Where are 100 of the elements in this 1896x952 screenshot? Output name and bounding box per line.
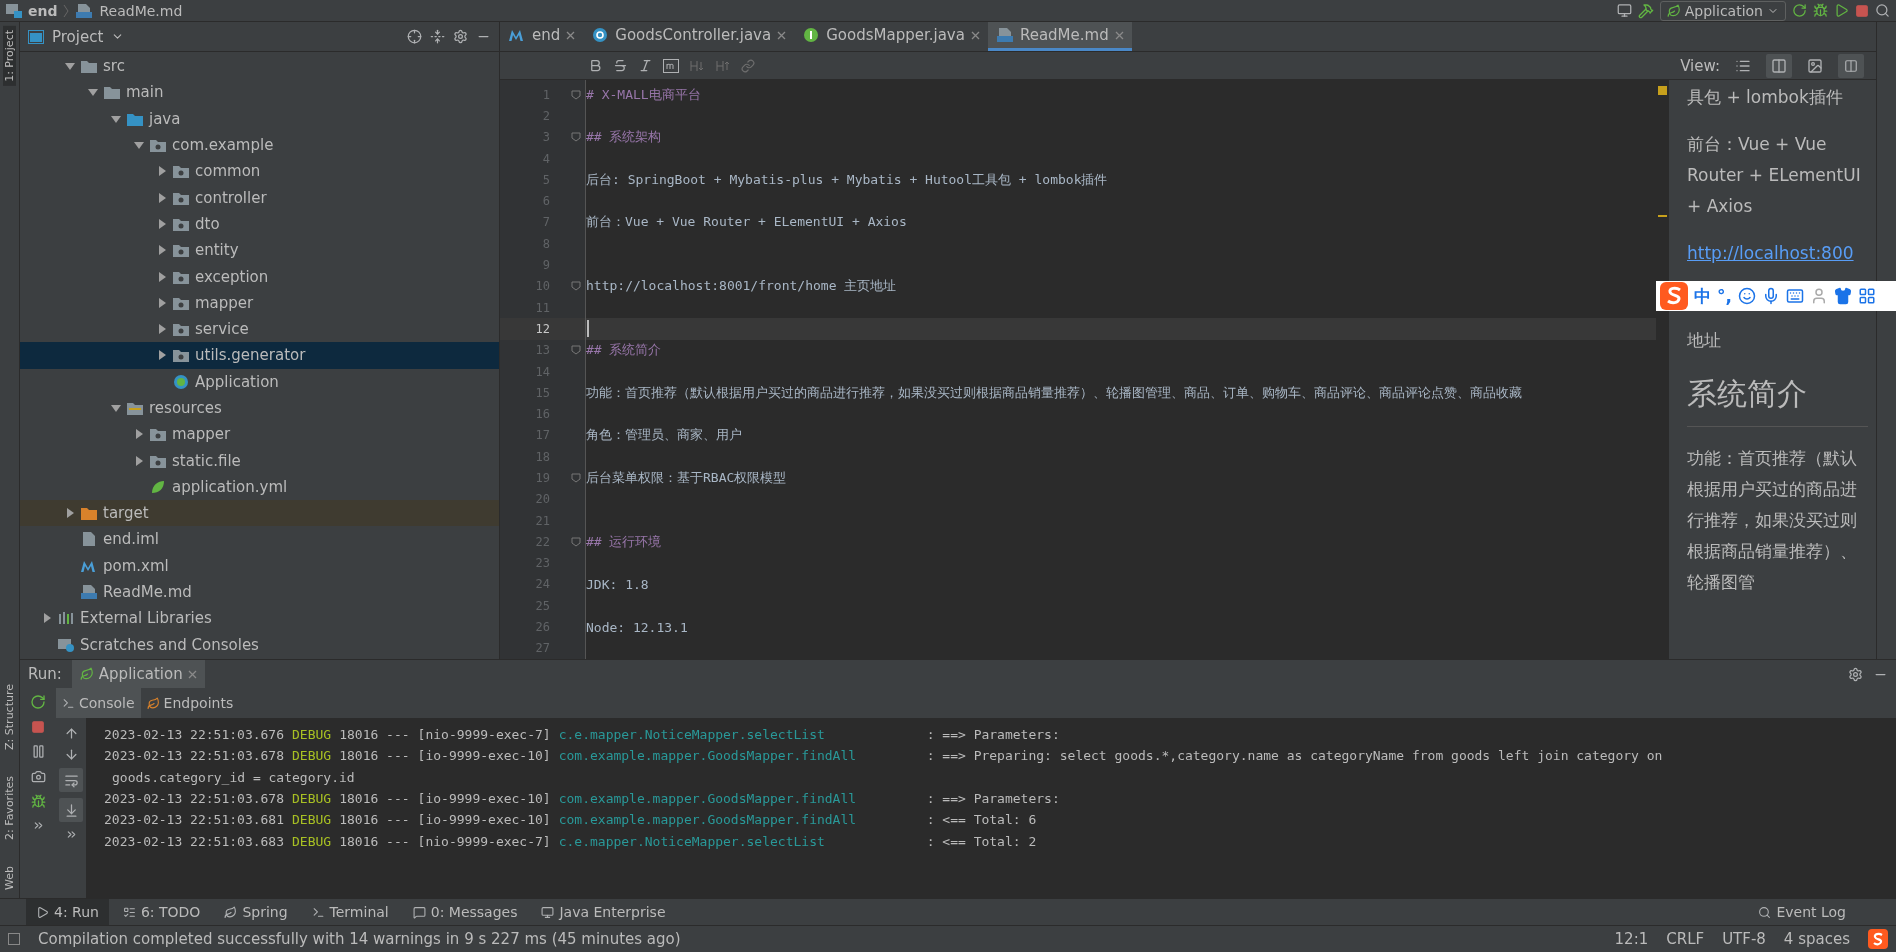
- tool-window-tab[interactable]: 2: Favorites: [3, 772, 16, 844]
- soft-wrap-button[interactable]: [59, 768, 83, 792]
- collapse-icon[interactable]: [430, 29, 445, 44]
- smiley-icon[interactable]: [1737, 287, 1756, 305]
- tree-row[interactable]: mapper: [20, 421, 499, 448]
- tree-row[interactable]: entity: [20, 237, 499, 264]
- console-subtab[interactable]: Endpoints: [140, 688, 240, 718]
- editor-tab[interactable]: GoodsController.java: [583, 22, 795, 51]
- input-mode-toggle[interactable]: °,: [1717, 286, 1732, 306]
- tree-row[interactable]: src: [20, 53, 499, 80]
- bold-icon[interactable]: [588, 58, 603, 73]
- preview-paragraph: 地址: [1687, 329, 1722, 352]
- editor-tab[interactable]: GoodsMapper.java: [794, 22, 988, 51]
- rerun-icon[interactable]: [1792, 3, 1807, 18]
- tree-row[interactable]: External Libraries: [20, 605, 499, 632]
- tree-row[interactable]: resources: [20, 394, 499, 422]
- tree-row[interactable]: end.iml: [20, 526, 499, 553]
- fold-icon[interactable]: [571, 473, 581, 483]
- monitor-icon: [541, 905, 555, 919]
- camera-icon[interactable]: [30, 769, 46, 784]
- tree-row[interactable]: Scratches and Consoles: [20, 631, 499, 658]
- tool-window-tab[interactable]: Z: Structure: [3, 680, 16, 755]
- pause-icon[interactable]: [30, 744, 46, 759]
- fold-icon[interactable]: [571, 89, 581, 100]
- editor-tab[interactable]: end: [500, 22, 584, 51]
- file-encoding[interactable]: UTF-8: [1722, 930, 1766, 948]
- preview-paragraph: 前台：Vue + Vue Router + ELementUI + Axios: [1687, 133, 1862, 218]
- sync-scroll-button[interactable]: [1838, 53, 1864, 78]
- build-icon[interactable]: [1637, 2, 1654, 19]
- tree-row[interactable]: ReadMe.md: [20, 578, 499, 606]
- tree-row[interactable]: common: [20, 158, 499, 185]
- stop-icon[interactable]: [31, 720, 45, 734]
- tool-window-tab[interactable]: Terminal: [301, 898, 399, 926]
- fold-icon[interactable]: [571, 281, 581, 292]
- scroll-to-end-button[interactable]: [59, 798, 83, 822]
- tree-row[interactable]: main: [20, 79, 499, 106]
- tree-row[interactable]: exception: [20, 263, 499, 290]
- tree-row[interactable]: com.example: [20, 131, 499, 159]
- tree-row[interactable]: application.yml: [20, 473, 499, 501]
- editor-tab[interactable]: ReadMe.md: [987, 22, 1132, 51]
- cursor-position[interactable]: 12:1: [1614, 930, 1649, 948]
- fold-icon[interactable]: [571, 345, 581, 356]
- shirt-icon[interactable]: [1833, 287, 1852, 305]
- collapsed-arrow-icon: [157, 166, 167, 177]
- debug-icon[interactable]: [30, 794, 46, 809]
- input-mode-toggle[interactable]: 中: [1694, 284, 1711, 308]
- collapsed-arrow-icon: [157, 192, 167, 203]
- search-icon: [1758, 905, 1772, 919]
- fold-icon[interactable]: [571, 536, 581, 547]
- italic-icon[interactable]: [638, 58, 653, 73]
- tree-row[interactable]: service: [20, 315, 499, 343]
- breadcrumb-item[interactable]: end: [28, 2, 58, 19]
- status-message: Compilation completed successfully with 14 warnings in 9 s 227 ms (45 minutes ago): [38, 930, 681, 948]
- indent-setting[interactable]: 4 spaces: [1783, 930, 1850, 948]
- tree-row[interactable]: java: [20, 105, 499, 132]
- tree-row[interactable]: dto: [20, 210, 499, 238]
- tree-row[interactable]: Application: [20, 368, 499, 395]
- locate-icon[interactable]: [407, 29, 422, 44]
- tool-window-tab[interactable]: 4: Run: [26, 898, 109, 926]
- code-icon[interactable]: [663, 58, 679, 73]
- fold-icon[interactable]: [571, 132, 581, 143]
- tree-row[interactable]: pom.xml: [20, 552, 499, 579]
- event-log-tab[interactable]: Event Log: [1748, 898, 1856, 926]
- tool-window-tab[interactable]: Web: [3, 862, 16, 894]
- close-icon: [566, 30, 576, 40]
- leaf-icon: [1666, 3, 1681, 18]
- run-configuration-dropdown[interactable]: Application: [1659, 0, 1786, 21]
- tool-window-tab[interactable]: 6: TODO: [112, 898, 211, 926]
- rerun-icon[interactable]: [30, 694, 46, 710]
- settings-icon[interactable]: [1848, 666, 1863, 682]
- panel-title[interactable]: Project: [52, 27, 104, 46]
- down-arrow-icon[interactable]: [63, 747, 79, 762]
- tool-window-tab[interactable]: Java Enterprise: [531, 898, 676, 926]
- tree-row[interactable]: utils.generator: [20, 342, 499, 369]
- interface-icon: [802, 27, 821, 43]
- tree-row[interactable]: mapper: [20, 289, 499, 316]
- tree-row[interactable]: static.file: [20, 447, 499, 474]
- tool-window-tab[interactable]: 0: Messages: [402, 898, 528, 926]
- run-tab[interactable]: Application: [71, 660, 205, 688]
- collapsed-arrow-icon: [65, 508, 75, 519]
- keyboard-icon[interactable]: [1785, 287, 1804, 305]
- search-icon[interactable]: [1875, 3, 1890, 18]
- settings-icon[interactable]: [453, 29, 468, 44]
- breadcrumb-item[interactable]: ReadMe.md: [99, 2, 183, 19]
- tool-window-tab[interactable]: Spring: [214, 898, 298, 926]
- console-subtab[interactable]: Console: [56, 688, 141, 718]
- package-folder-icon: [172, 321, 190, 338]
- run-icon[interactable]: [1834, 3, 1849, 18]
- split-view-button[interactable]: [1766, 53, 1792, 78]
- strikethrough-icon[interactable]: [613, 58, 628, 73]
- grid-icon[interactable]: [1857, 287, 1876, 305]
- tool-window-tab[interactable]: 1: Project: [3, 26, 16, 86]
- line-separator[interactable]: CRLF: [1666, 930, 1705, 948]
- log-thread: [nio-9999-exec-7]: [417, 727, 551, 743]
- preview-link[interactable]: http://localhost:800: [1687, 238, 1854, 269]
- tree-row[interactable]: target: [20, 500, 499, 527]
- tree-row[interactable]: controller: [20, 184, 499, 211]
- debug-icon[interactable]: [1813, 3, 1828, 18]
- expanded-arrow-icon: [88, 87, 98, 98]
- stop-icon[interactable]: [1855, 3, 1869, 18]
